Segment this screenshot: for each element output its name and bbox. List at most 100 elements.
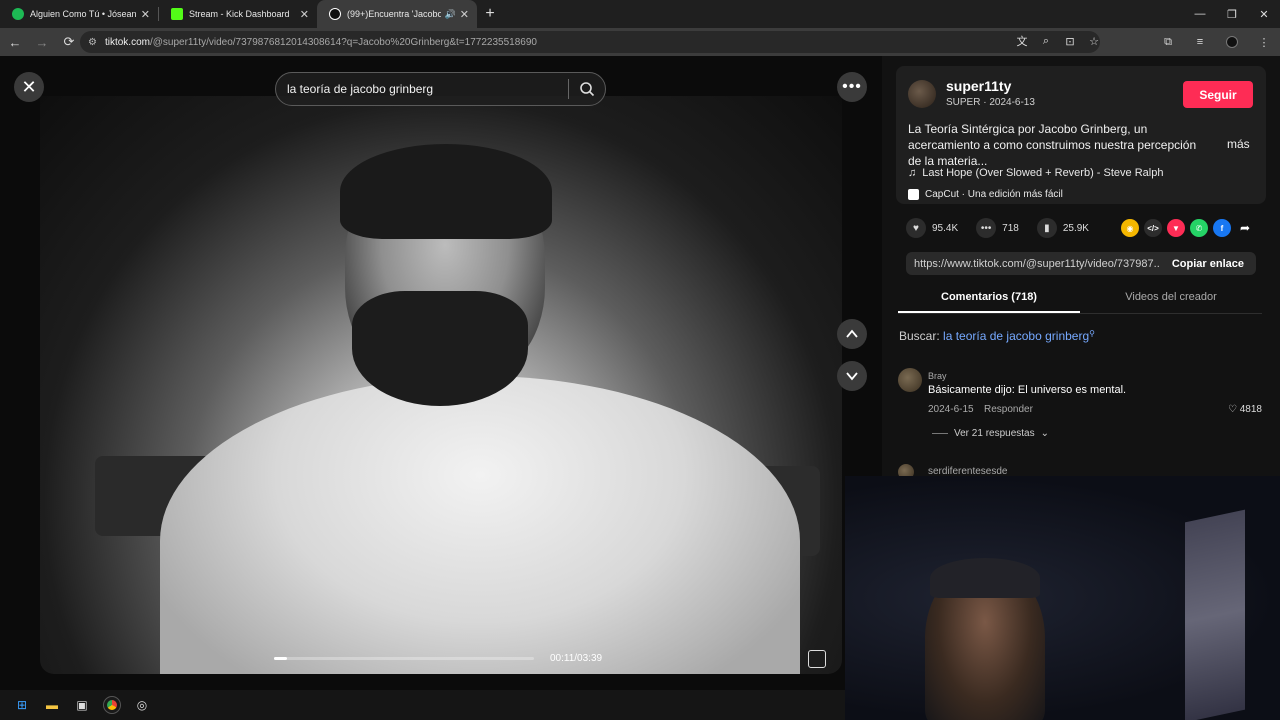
close-video-button[interactable]: ✕ bbox=[14, 72, 44, 102]
chevron-down-icon bbox=[846, 372, 858, 381]
file-explorer-icon[interactable]: ▬ bbox=[42, 695, 62, 715]
video-progress-bar[interactable] bbox=[274, 657, 534, 660]
toolbar-right: ⧉ ≡ ⋮ bbox=[1158, 32, 1274, 52]
bookmark-icon: ▮ bbox=[1036, 218, 1057, 238]
tab-comments[interactable]: Comentarios (718) bbox=[898, 284, 1080, 313]
windows-taskbar: ⊞ ▬ ▣ ◎ bbox=[0, 690, 845, 720]
heart-outline-icon: ♡ bbox=[1228, 404, 1237, 415]
profile-avatar-icon[interactable] bbox=[1222, 32, 1242, 52]
search-suggestion: Buscar: la teoría de jacobo grinberg⚲ bbox=[899, 329, 1095, 343]
media-control-icon[interactable]: ≡ bbox=[1190, 32, 1210, 52]
search-icon[interactable] bbox=[569, 81, 605, 97]
search-suggestion-link[interactable]: la teoría de jacobo grinberg bbox=[943, 329, 1089, 343]
obs-icon[interactable]: ◎ bbox=[132, 695, 152, 715]
browser-tab-bar: Alguien Como Tú • Jósean Log ✕ Stream - … bbox=[0, 0, 1280, 28]
share-arrow-icon[interactable]: ➦ bbox=[1236, 219, 1254, 237]
panel-tabs: Comentarios (718) Videos del creador bbox=[898, 284, 1262, 314]
new-tab-button[interactable]: + bbox=[477, 0, 503, 28]
capcut-text: CapCut · Una edición más fácil bbox=[925, 189, 1063, 200]
share-icons: ◉ </> ▼ ✆ f ➦ bbox=[1121, 219, 1254, 237]
copy-link-bar: https://www.tiktok.com/@super11ty/video/… bbox=[906, 252, 1256, 275]
view-replies-button[interactable]: Ver 21 respuestas ⌄ bbox=[932, 428, 1049, 439]
reply-button[interactable]: Responder bbox=[984, 404, 1033, 415]
site-info-icon[interactable]: ⚙ bbox=[88, 37, 97, 48]
comment-icon: ••• bbox=[976, 218, 997, 238]
tab-tiktok[interactable]: (99+)Encuentra 'Jacobo Grin 🔊 ✕ bbox=[317, 0, 477, 28]
install-app-icon[interactable]: ⊡ bbox=[1060, 31, 1080, 51]
video-player[interactable] bbox=[40, 96, 842, 674]
speaker-icon[interactable]: 🔊 bbox=[445, 9, 456, 20]
chevron-up-icon bbox=[846, 329, 858, 338]
back-icon[interactable]: ← bbox=[3, 30, 27, 54]
replies-line bbox=[932, 433, 948, 434]
webcam-overlay bbox=[845, 476, 1280, 720]
capcut-link[interactable]: CapCut · Una edición más fácil bbox=[908, 189, 1063, 200]
restore-icon[interactable]: ❐ bbox=[1216, 0, 1248, 28]
facebook-icon[interactable]: f bbox=[1213, 219, 1231, 237]
windows-start-icon[interactable]: ⊞ bbox=[12, 695, 32, 715]
next-video-button[interactable] bbox=[837, 361, 867, 391]
search-bar[interactable] bbox=[275, 72, 606, 106]
chrome-icon[interactable] bbox=[102, 695, 122, 715]
tiktok-icon bbox=[329, 8, 341, 20]
follow-button[interactable]: Seguir bbox=[1183, 81, 1253, 108]
music-link[interactable]: ♫ Last Hope (Over Slowed + Reverb) - Ste… bbox=[908, 167, 1163, 179]
kick-icon bbox=[171, 8, 183, 20]
video-person-hair bbox=[340, 144, 552, 239]
search-input[interactable] bbox=[276, 82, 568, 96]
reload-icon[interactable]: ⟳ bbox=[57, 30, 81, 54]
extension-icon[interactable]: ⧉ bbox=[1158, 32, 1178, 52]
save-action[interactable]: ▮ 25.9K bbox=[1036, 218, 1089, 238]
coin-icon[interactable]: ◉ bbox=[1121, 219, 1139, 237]
capcut-icon bbox=[908, 189, 919, 200]
menu-dots-icon[interactable]: ⋮ bbox=[1254, 32, 1274, 52]
music-note-icon: ♫ bbox=[908, 167, 917, 179]
address-bar-icons: 文 ⌕ ⊡ ☆ bbox=[1012, 31, 1104, 51]
close-tab-icon[interactable]: ✕ bbox=[300, 8, 309, 21]
close-tab-icon[interactable]: ✕ bbox=[460, 8, 469, 21]
close-tab-icon[interactable]: ✕ bbox=[141, 8, 150, 21]
minimize-icon[interactable]: — bbox=[1184, 0, 1216, 28]
comment-action[interactable]: ••• 718 bbox=[976, 218, 1019, 238]
translate-icon[interactable]: 文 bbox=[1012, 31, 1032, 51]
more-options-button[interactable]: ••• bbox=[837, 72, 867, 102]
tab-title: Alguien Como Tú • Jósean Log bbox=[30, 9, 137, 19]
creator-avatar[interactable] bbox=[908, 80, 936, 108]
heart-icon: ♥ bbox=[906, 218, 926, 238]
video-person-shirt bbox=[160, 376, 800, 674]
comment-like[interactable]: ♡ 4818 bbox=[1228, 404, 1262, 415]
commenter-avatar[interactable] bbox=[898, 368, 922, 392]
url-text: tiktok.com/@super11ty/video/737987681201… bbox=[105, 37, 537, 48]
address-bar[interactable]: ⚙ tiktok.com/@super11ty/video/7379876812… bbox=[80, 31, 1100, 53]
music-title: Last Hope (Over Slowed + Reverb) - Steve… bbox=[922, 167, 1164, 179]
whatsapp-icon[interactable]: ✆ bbox=[1190, 219, 1208, 237]
video-progress-fill bbox=[274, 657, 287, 660]
spotify-icon bbox=[12, 8, 24, 20]
video-person-beard bbox=[352, 291, 528, 406]
forward-icon[interactable]: → bbox=[30, 30, 54, 54]
comment-like-count: 4818 bbox=[1239, 404, 1262, 415]
like-action[interactable]: ♥ 95.4K bbox=[906, 218, 958, 238]
commenter-name[interactable]: Bray bbox=[928, 371, 947, 381]
description-more-link[interactable]: más bbox=[1227, 137, 1250, 151]
creator-info: SUPER · 2024-6-13 bbox=[946, 97, 1035, 108]
tab-creator-videos[interactable]: Videos del creador bbox=[1080, 284, 1262, 313]
comment-date: 2024-6-15 bbox=[928, 404, 974, 415]
tab-title: (99+)Encuentra 'Jacobo Grin bbox=[347, 9, 441, 19]
tab-spotify[interactable]: Alguien Como Tú • Jósean Log ✕ bbox=[0, 0, 158, 28]
view-replies-label: Ver 21 respuestas bbox=[954, 428, 1035, 439]
picture-in-picture-icon[interactable] bbox=[808, 650, 826, 668]
window-controls: — ❐ ✕ bbox=[1184, 0, 1280, 28]
copy-link-button[interactable]: Copiar enlace bbox=[1160, 258, 1256, 270]
close-window-icon[interactable]: ✕ bbox=[1248, 0, 1280, 28]
zoom-icon[interactable]: ⌕ bbox=[1036, 31, 1056, 51]
post-actions: ♥ 95.4K ••• 718 ▮ 25.9K bbox=[906, 218, 1099, 238]
bookmark-star-icon[interactable]: ☆ bbox=[1084, 31, 1104, 51]
creator-username[interactable]: super11ty bbox=[946, 78, 1011, 94]
save-count: 25.9K bbox=[1062, 222, 1089, 234]
previous-video-button[interactable] bbox=[837, 319, 867, 349]
repost-icon[interactable]: ▼ bbox=[1167, 219, 1185, 237]
tab-kick[interactable]: Stream - Kick Dashboard ✕ bbox=[159, 0, 317, 28]
embed-icon[interactable]: </> bbox=[1144, 219, 1162, 237]
app-icon[interactable]: ▣ bbox=[72, 695, 92, 715]
